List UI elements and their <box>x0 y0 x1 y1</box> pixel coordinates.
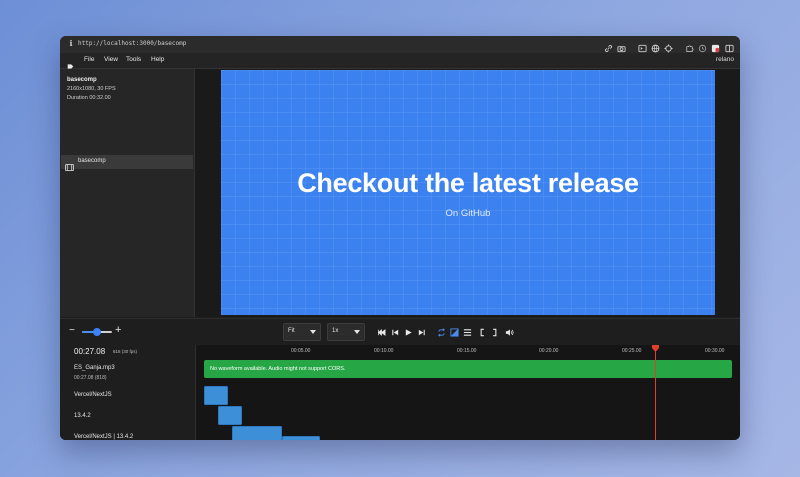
timeline-clip[interactable] <box>204 386 228 405</box>
timeline-clip[interactable] <box>232 426 282 440</box>
playhead-handle-icon[interactable] <box>652 345 659 352</box>
in-point-icon[interactable] <box>478 328 487 337</box>
speed-select-value: 1x <box>332 328 339 334</box>
extension-badge-icon[interactable] <box>711 40 720 53</box>
zoom-slider-thumb[interactable] <box>93 328 101 336</box>
film-icon <box>65 158 74 171</box>
audio-clip-message: No waveform available. Audio might not s… <box>210 366 346 372</box>
audio-track-time: 00:27.08 (818) <box>74 375 107 381</box>
composition-resolution: 2160x1080, 30 FPS <box>67 86 116 92</box>
tick-label: 00:10.00 <box>374 348 394 354</box>
speed-select[interactable]: 1x <box>327 323 365 341</box>
browser-address-bar: ℹ http://localhost:3000/basecomp <box>60 36 740 54</box>
composition-list-item[interactable]: basecomp <box>61 155 193 171</box>
menu-file[interactable]: File <box>84 56 94 63</box>
track-label-2[interactable]: 13.4.2 <box>74 413 91 419</box>
brand-label: relano <box>715 56 734 63</box>
target-icon[interactable] <box>664 40 673 53</box>
menu-bar: File View Tools Help relano <box>60 53 740 69</box>
composition-title: basecomp <box>67 77 97 83</box>
tick-label: 00:25.00 <box>622 348 642 354</box>
menu-view[interactable]: View <box>104 56 118 63</box>
tick-label: 00:05.00 <box>291 348 311 354</box>
camera-icon[interactable] <box>617 40 626 53</box>
url-text[interactable]: http://localhost:3000/basecomp <box>78 40 186 47</box>
link-icon[interactable] <box>604 40 613 53</box>
volume-icon[interactable] <box>505 328 514 337</box>
transparency-grid-icon[interactable] <box>450 328 459 337</box>
menu-lines-icon[interactable] <box>463 328 472 337</box>
info-icon[interactable]: ℹ <box>66 39 76 49</box>
preview-canvas[interactable]: Checkout the latest release On GitHub <box>221 70 715 315</box>
composition-sidebar: basecomp 2160x1080, 30 FPS Duration 00:3… <box>60 69 195 317</box>
puzzle-icon[interactable] <box>685 40 694 53</box>
playback-controls: − + Fit 1x <box>60 318 740 346</box>
audio-track-name[interactable]: ES_Ganja.mp3 <box>74 365 115 371</box>
timeline: 00:27.08 818 (30 fps) ES_Ganja.mp3 00:27… <box>60 345 740 440</box>
chevron-down-icon <box>310 330 316 334</box>
preview-subline: On GitHub <box>445 208 491 219</box>
out-point-icon[interactable] <box>490 328 499 337</box>
zoom-out-button[interactable]: − <box>69 325 75 336</box>
app-window: ℹ http://localhost:3000/basecomp File Vi… <box>60 36 740 440</box>
timeline-track-labels: 00:27.08 818 (30 fps) ES_Ganja.mp3 00:27… <box>60 345 196 440</box>
timeline-clip[interactable] <box>218 406 242 425</box>
composition-list-label: basecomp <box>78 158 106 164</box>
track-label-1[interactable]: Vercel/NextJS <box>74 392 112 398</box>
fit-select[interactable]: Fit <box>283 323 321 341</box>
composition-duration: Duration 00:32.00 <box>67 95 111 101</box>
history-icon[interactable] <box>698 40 707 53</box>
tick-label: 00:20.00 <box>539 348 559 354</box>
terminal-icon[interactable] <box>638 40 647 53</box>
tick-label: 00:15.00 <box>457 348 477 354</box>
globe-icon[interactable] <box>651 40 660 53</box>
menu-tools[interactable]: Tools <box>126 56 141 63</box>
tick-label: 00:30.00 <box>705 348 725 354</box>
fit-select-value: Fit <box>288 328 295 334</box>
loop-icon[interactable] <box>437 328 446 337</box>
track-label-3[interactable]: Vercel/NextJS | 13.4.2 <box>74 434 133 440</box>
chevron-down-icon <box>354 330 360 334</box>
audio-clip[interactable]: No waveform available. Audio might not s… <box>204 360 732 378</box>
play-icon[interactable] <box>404 328 413 337</box>
sidebar-toggle-icon[interactable] <box>725 40 734 53</box>
step-back-icon[interactable] <box>391 328 400 337</box>
step-forward-icon[interactable] <box>417 328 426 337</box>
app-logo-icon <box>67 57 74 69</box>
frame-info: 818 (30 fps) <box>113 349 138 354</box>
playhead-line[interactable] <box>655 345 656 440</box>
skip-to-start-icon[interactable] <box>377 328 386 337</box>
menu-help[interactable]: Help <box>151 56 164 63</box>
timeline-clip[interactable] <box>282 436 320 440</box>
preview-area: Checkout the latest release On GitHub <box>195 69 740 317</box>
current-timecode: 00:27.08 <box>74 347 106 356</box>
preview-headline: Checkout the latest release <box>297 168 639 198</box>
zoom-in-button[interactable]: + <box>115 324 121 336</box>
